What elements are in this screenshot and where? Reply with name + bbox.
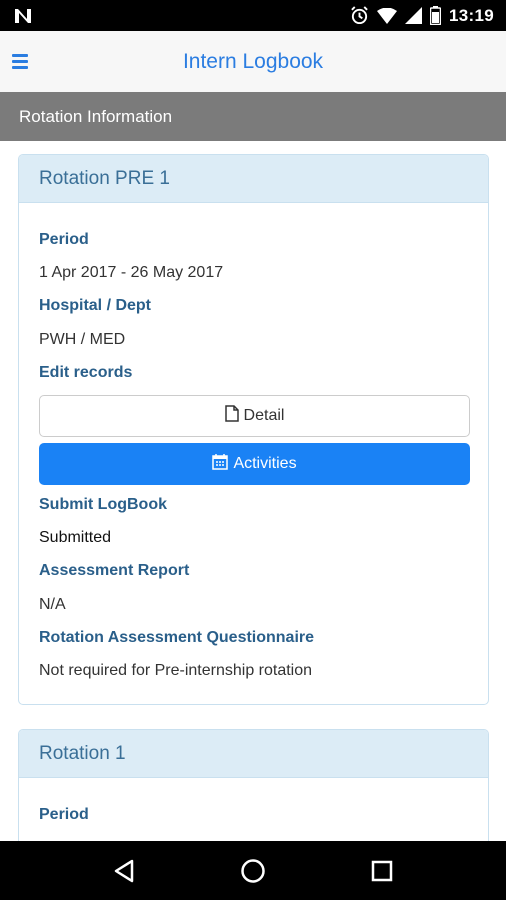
- n-logo-icon: [14, 8, 32, 24]
- submit-status-value: Submitted: [39, 529, 112, 546]
- questionnaire-value: Not required for Pre-internship rotation: [39, 662, 313, 679]
- submit-logbook-label: Submit LogBook: [39, 496, 167, 513]
- calendar-icon: [212, 453, 229, 475]
- rotation-card: Rotation 1 Period: [18, 729, 489, 841]
- rotation-title: Rotation PRE 1: [39, 167, 170, 189]
- section-title: Rotation Information: [19, 106, 173, 126]
- period-value: 1 Apr 2017 - 26 May 2017: [39, 264, 224, 281]
- detail-button-label: Detail: [243, 407, 285, 424]
- recents-icon[interactable]: [362, 851, 402, 891]
- status-time: 13:19: [449, 5, 494, 25]
- rotation-title: Rotation 1: [39, 742, 126, 764]
- activities-button-label: Activities: [233, 455, 297, 472]
- hospital-label: Hospital / Dept: [39, 297, 152, 314]
- edit-records-label: Edit records: [39, 364, 133, 381]
- battery-icon: [430, 6, 442, 25]
- rotation-card-header: Rotation PRE 1: [19, 155, 488, 203]
- period-label: Period: [39, 231, 89, 248]
- app-title: Intern Logbook: [182, 49, 324, 73]
- period-label: Period: [39, 806, 89, 823]
- questionnaire-label: Rotation Assessment Questionnaire: [39, 629, 315, 646]
- navigation-bar: [0, 841, 506, 900]
- rotation-card-header: Rotation 1: [19, 730, 488, 778]
- rotation-card: Rotation PRE 1 Period 1 Apr 2017 - 26 Ma…: [18, 154, 489, 705]
- content-scroll-area[interactable]: Rotation PRE 1 Period 1 Apr 2017 - 26 Ma…: [0, 141, 506, 841]
- detail-button[interactable]: Detail: [39, 395, 470, 437]
- status-bar: 13:19: [0, 0, 506, 31]
- hospital-value: PWH / MED: [39, 331, 126, 348]
- activities-button[interactable]: Activities: [39, 443, 470, 485]
- home-icon[interactable]: [233, 851, 273, 891]
- back-icon[interactable]: [104, 851, 144, 891]
- wifi-icon: [377, 7, 398, 24]
- alarm-icon: [350, 6, 369, 25]
- signal-icon: [405, 7, 423, 24]
- assessment-report-value: N/A: [39, 596, 66, 613]
- file-icon: [224, 405, 239, 427]
- app-bar: Intern Logbook: [0, 31, 506, 92]
- assessment-report-label: Assessment Report: [39, 562, 190, 579]
- section-header: Rotation Information: [0, 92, 506, 141]
- hamburger-menu-icon[interactable]: [12, 49, 36, 73]
